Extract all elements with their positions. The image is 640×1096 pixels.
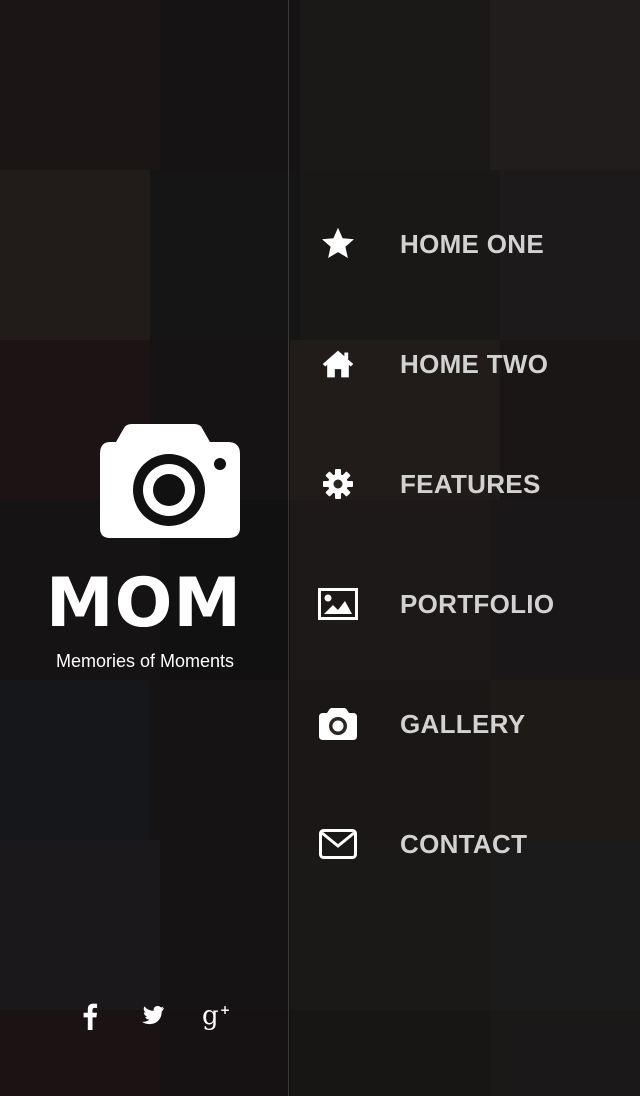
menu-item-label: GALLERY xyxy=(400,709,526,739)
google-plus-icon[interactable]: g + xyxy=(200,996,234,1036)
gear-icon xyxy=(318,464,358,504)
image-icon xyxy=(318,584,358,624)
svg-text:+: + xyxy=(220,1003,230,1017)
twitter-icon[interactable] xyxy=(134,996,168,1036)
menu-item-label: FEATURES xyxy=(400,469,541,499)
menu-item-home-one[interactable]: HOME ONE xyxy=(290,184,640,304)
home-icon xyxy=(318,344,358,384)
camera-icon xyxy=(318,704,358,744)
brand-title: MOM xyxy=(45,564,243,643)
social-links: g + xyxy=(0,996,288,1036)
star-icon xyxy=(318,224,358,264)
facebook-icon[interactable] xyxy=(74,996,106,1036)
brand-panel: MOM Memories of Moments g + xyxy=(0,0,288,1096)
camera-icon xyxy=(96,424,242,540)
brand-tagline: Memories of Moments xyxy=(55,651,235,671)
svg-text:g: g xyxy=(202,1001,219,1031)
menu-item-gallery[interactable]: GALLERY xyxy=(290,664,640,784)
envelope-icon xyxy=(318,824,358,864)
menu-item-contact[interactable]: CONTACT xyxy=(290,784,640,904)
menu-item-portfolio[interactable]: PORTFOLIO xyxy=(290,544,640,664)
menu-item-home-two[interactable]: HOME TWO xyxy=(290,304,640,424)
menu-item-label: HOME ONE xyxy=(400,229,544,259)
menu-item-label: PORTFOLIO xyxy=(400,589,555,619)
menu-item-label: HOME TWO xyxy=(400,349,549,379)
panel-divider xyxy=(288,0,289,1096)
menu-item-features[interactable]: FEATURES xyxy=(290,424,640,544)
menu-item-label: CONTACT xyxy=(400,829,528,859)
